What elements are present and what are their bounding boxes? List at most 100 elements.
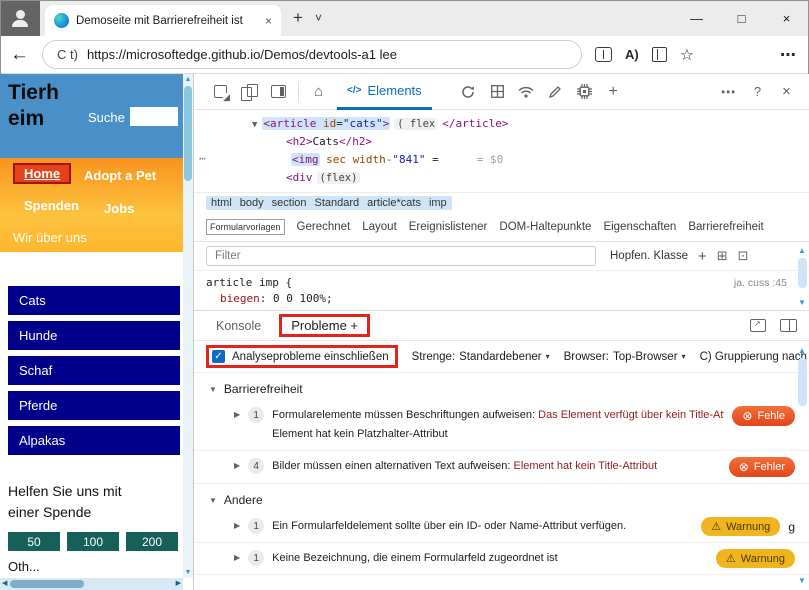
collapse-icon[interactable]: ▼ xyxy=(209,385,217,394)
expand-icon[interactable]: ▶ xyxy=(234,461,240,470)
home-icon[interactable]: ⌂ xyxy=(304,74,333,110)
collapse-icon[interactable]: ▼ xyxy=(252,120,257,130)
split-screen-icon[interactable] xyxy=(595,47,612,62)
scrollbar-thumb[interactable] xyxy=(184,86,192,181)
grid-toggle-icon[interactable]: ⊞ xyxy=(717,248,728,264)
flex-badge[interactable]: ( flex xyxy=(394,118,439,130)
scroll-left-icon[interactable]: ◀ xyxy=(2,580,7,588)
issue-row-no-label[interactable]: ▶ 1 Keine Bezeichnung, die einem Formula… xyxy=(194,543,809,575)
category-button-schaf[interactable]: Schaf xyxy=(8,356,180,385)
breadcrumb-section[interactable]: section xyxy=(272,197,307,209)
breadcrumb-article-cats[interactable]: article*cats xyxy=(367,197,421,209)
computed-pane-icon[interactable]: ⊡ xyxy=(738,248,749,264)
include-issues-checkbox[interactable]: ✓ xyxy=(212,350,225,363)
tab-eigenschaften[interactable]: Eigenschaften xyxy=(603,221,676,233)
tab-gerechnet[interactable]: Gerechnet xyxy=(297,221,351,233)
page-vertical-scrollbar[interactable]: ▲ ▼ xyxy=(183,74,193,578)
window-close-button[interactable]: × xyxy=(764,0,809,36)
flex-badge[interactable]: (flex) xyxy=(316,172,361,184)
refresh-icon[interactable] xyxy=(454,74,483,110)
expand-icon[interactable]: ▶ xyxy=(234,521,240,530)
back-button[interactable]: ← xyxy=(10,44,29,66)
section-barrierefreiheit[interactable]: ▼ Barrierefreiheit xyxy=(194,378,809,400)
css-source-link[interactable]: ja. cuss :45 xyxy=(734,277,787,289)
collections-icon[interactable] xyxy=(651,47,667,62)
scroll-up-icon[interactable]: ▲ xyxy=(185,75,192,84)
cpu-icon[interactable] xyxy=(570,74,599,110)
tab-elements[interactable]: </> Elements xyxy=(337,74,432,110)
category-button-hunde[interactable]: Hunde xyxy=(8,321,180,350)
dom-node-div[interactable]: <div (flex) xyxy=(194,169,809,187)
scroll-down-icon[interactable]: ▼ xyxy=(798,298,806,308)
collapse-icon[interactable]: ▼ xyxy=(209,496,217,505)
scroll-up-icon[interactable]: ▲ xyxy=(798,346,806,356)
tab-dom-haltepunkte[interactable]: DOM-Haltepunkte xyxy=(499,221,591,233)
page-horizontal-scrollbar[interactable]: ◀ ▶ xyxy=(0,578,183,590)
expand-panel-icon[interactable] xyxy=(780,319,797,332)
nav-spenden-link[interactable]: Spenden xyxy=(24,198,79,213)
url-input[interactable]: C t) https://microsoftedge.github.io/Dem… xyxy=(42,40,582,69)
dom-node-article[interactable]: ▼ <article id="cats">( flex </article> xyxy=(194,115,809,133)
grid-icon[interactable] xyxy=(483,74,512,110)
help-icon[interactable]: ? xyxy=(743,74,772,110)
nav-adopt-link[interactable]: Adopt a Pet xyxy=(84,168,156,183)
scrollbar-thumb[interactable] xyxy=(797,358,807,406)
pen-icon[interactable] xyxy=(541,74,570,110)
url-prefix-icons[interactable]: C t) xyxy=(57,47,78,62)
browser-dropdown[interactable]: Browser: Top-Browser ▾ xyxy=(564,351,686,363)
devtools-more-icon[interactable]: ⋯ xyxy=(714,74,743,110)
site-search-input[interactable] xyxy=(130,107,178,126)
browser-more-icon[interactable]: ⋯ xyxy=(780,45,797,65)
new-style-rule-icon[interactable]: + xyxy=(698,248,707,265)
dom-node-img[interactable]: <img sec width-"841" = = $0 xyxy=(194,151,809,169)
scrollbar-thumb[interactable] xyxy=(10,580,85,588)
category-button-alpakas[interactable]: Alpakas xyxy=(8,426,180,455)
nav-home-link[interactable]: Home xyxy=(13,163,72,184)
dom-node-h2[interactable]: <h2>Cats</h2> xyxy=(194,133,809,151)
scroll-down-icon[interactable]: ▼ xyxy=(798,576,806,586)
issue-row-form-labels[interactable]: ▶ 1 Formularelemente müssen Beschriftung… xyxy=(194,400,809,451)
issue-row-img-alt[interactable]: ▶ 4 Bilder müssen einen alternativen Tex… xyxy=(194,451,809,484)
expand-icon[interactable]: ▶ xyxy=(234,410,240,419)
tab-ereignislistener[interactable]: Ereignislistener xyxy=(409,221,488,233)
category-button-cats[interactable]: Cats xyxy=(8,286,180,315)
category-button-pferde[interactable]: Pferde xyxy=(8,391,180,420)
dock-side-button[interactable] xyxy=(264,74,293,110)
breadcrumb-html[interactable]: html xyxy=(211,197,232,209)
maximize-button[interactable]: □ xyxy=(719,0,764,36)
browser-tab[interactable]: Demoseite mit Barrierefreiheit ist × xyxy=(45,5,281,36)
issues-scrollbar[interactable]: ▲ ▼ xyxy=(796,346,808,586)
scroll-up-icon[interactable]: ▲ xyxy=(798,246,806,256)
donate-50-button[interactable]: 50 xyxy=(8,532,60,551)
donate-100-button[interactable]: 100 xyxy=(67,532,119,551)
hov-cls-label[interactable]: Hopfen. Klasse xyxy=(610,250,688,262)
tab-list-chevron-icon[interactable]: ˅ xyxy=(315,11,322,25)
add-tool-icon[interactable]: + xyxy=(599,74,628,110)
group-by-kind-checkbox[interactable]: C) Gruppierung nach Art xyxy=(700,351,809,363)
css-selector[interactable]: article imp { xyxy=(206,276,809,289)
dom-more-icon[interactable]: ⋯ xyxy=(199,152,207,165)
new-tab-button[interactable]: + xyxy=(293,8,303,28)
section-andere[interactable]: ▼ Andere xyxy=(194,489,809,511)
breadcrumb-body[interactable]: body xyxy=(240,197,264,209)
severity-dropdown[interactable]: Strenge: Standardebener ▾ xyxy=(412,351,550,363)
nav-jobs-link[interactable]: Jobs xyxy=(104,201,134,216)
donate-200-button[interactable]: 200 xyxy=(126,532,178,551)
styles-filter-input[interactable] xyxy=(206,246,596,266)
tab-formatvorlagen[interactable]: Formularvorlagen xyxy=(206,218,285,235)
inspect-element-button[interactable] xyxy=(206,74,235,110)
tab-probleme-highlighted[interactable]: Probleme + xyxy=(279,314,371,337)
breadcrumb-standard[interactable]: Standard xyxy=(315,197,360,209)
css-declaration[interactable]: biegen: 0 0 100%; xyxy=(206,292,809,305)
read-aloud-icon[interactable]: A) xyxy=(625,47,639,62)
tab-konsole[interactable]: Konsole xyxy=(216,319,261,333)
scrollbar-thumb[interactable] xyxy=(797,258,807,288)
profile-button[interactable] xyxy=(0,0,40,36)
nav-about-link[interactable]: Wir über uns xyxy=(13,230,87,245)
feedback-icon[interactable] xyxy=(750,319,766,332)
styles-scrollbar[interactable]: ▲ ▼ xyxy=(796,246,808,308)
network-conditions-wifi-icon[interactable] xyxy=(512,74,541,110)
tab-barrierefreiheit[interactable]: Barrierefreiheit xyxy=(688,221,763,233)
tab-layout[interactable]: Layout xyxy=(362,221,397,233)
favorite-star-icon[interactable]: ☆ xyxy=(680,45,694,65)
